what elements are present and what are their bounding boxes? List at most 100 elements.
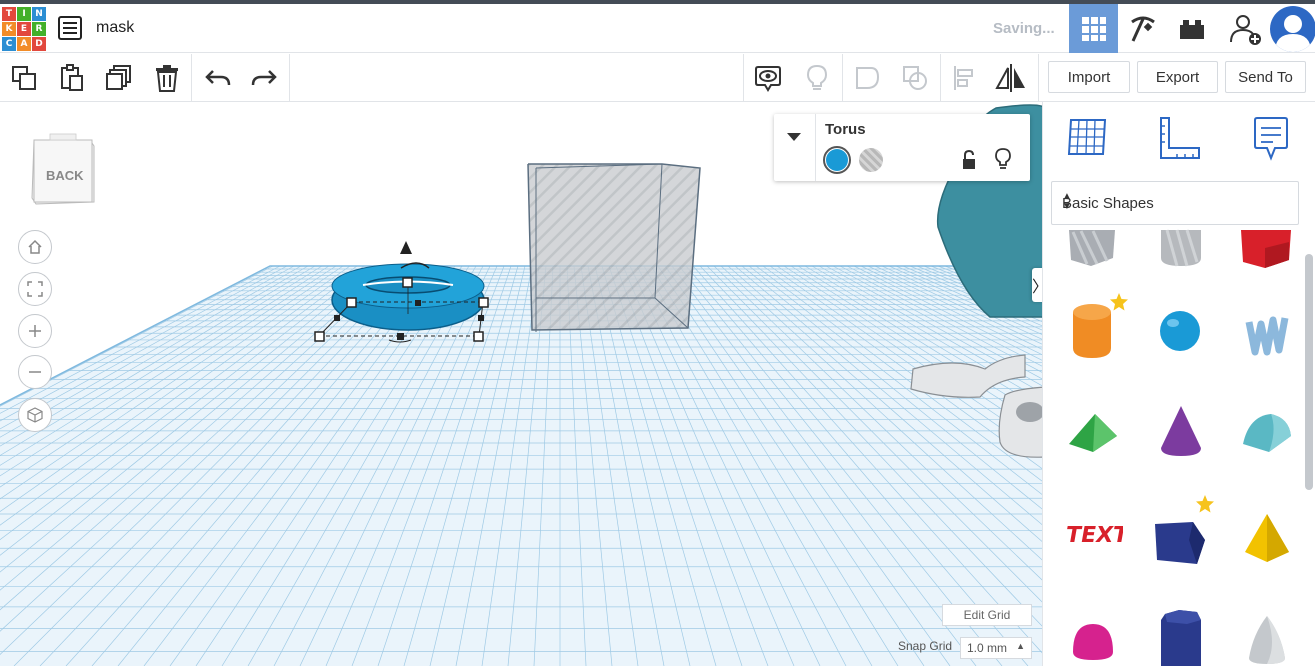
minus-icon [29,371,41,373]
solid-button[interactable] [823,146,851,174]
dropdown-arrow-icon: ▲ [1016,641,1025,651]
codeblocks-button[interactable] [1118,4,1167,53]
import-button[interactable]: Import [1048,61,1130,93]
logo-letter: E [17,22,31,36]
solid-color-swatch [826,149,848,171]
bricks-button[interactable] [1167,4,1216,53]
zoom-in-button[interactable] [18,314,52,348]
edit-grid-button[interactable]: Edit Grid [942,604,1032,626]
shape-box-tilted[interactable] [1153,520,1207,573]
group-icon [856,67,880,89]
workplane-icon [1067,119,1107,155]
snap-grid-select[interactable]: 1.0 mm ▲ [960,637,1032,659]
roof-icon [1069,414,1117,452]
align-icon [954,66,973,90]
shape-half-sphere[interactable] [1071,622,1115,666]
torus-shape[interactable] [305,238,515,358]
shape-category-select[interactable]: Basic Shapes ▲ ▼ [1051,181,1299,225]
logo-letter: N [32,7,46,21]
shape-roof[interactable] [1067,410,1119,459]
half-sphere-icon [1073,624,1113,660]
cube-icon [27,407,43,423]
scribble-icon [1245,316,1289,356]
light-icon[interactable] [994,148,1012,170]
trash-icon [156,65,178,92]
toolbar-divider [743,54,744,101]
home-icon [28,239,42,254]
group-button[interactable] [849,60,885,96]
home-view-button[interactable] [18,230,52,264]
shapes-scrollbar[interactable] [1305,254,1313,490]
box-hole-icon [1069,230,1115,266]
star-icon [1196,495,1214,513]
workplane-viewport[interactable]: BACK Torus Edit Grid Snap Grid 1.0 mm ▲ [0,102,1042,666]
toolbar-divider [940,54,941,101]
shape-box-hole[interactable] [1067,228,1117,273]
send-to-button[interactable]: Send To [1225,61,1306,93]
logo-letter: R [32,22,46,36]
fit-icon [27,281,43,297]
view-cube-label: BACK [46,168,84,183]
zoom-out-button[interactable] [18,355,52,389]
tinkercad-logo[interactable]: T I N K E R C A D [2,7,46,51]
logo-letter: K [2,22,16,36]
hole-button[interactable] [859,148,883,172]
add-user-button[interactable] [1220,4,1269,53]
shape-cylinder[interactable] [1071,300,1113,365]
gray-ring-shape[interactable] [905,347,1042,477]
notes-tool-button[interactable] [1253,116,1289,167]
align-button[interactable] [946,60,982,96]
shape-polygon[interactable] [1159,608,1203,666]
fit-view-button[interactable] [18,272,52,306]
hide-light-button[interactable] [799,60,835,96]
copy-button[interactable] [6,60,42,96]
export-button[interactable]: Export [1137,61,1218,93]
toolbar-divider [289,54,290,101]
shape-text[interactable]: TEXT [1064,518,1131,555]
redo-button[interactable] [246,60,282,96]
collapse-inspector-icon[interactable] [786,132,802,142]
shape-cylinder-hole[interactable] [1159,228,1203,273]
shape-inspector: Torus [774,114,1030,181]
round-roof-icon [1243,414,1291,452]
workplane-tool-button[interactable] [1067,116,1109,163]
logo-letter: I [17,7,31,21]
user-avatar-icon [1275,15,1311,52]
3d-design-view-button[interactable] [1069,4,1118,53]
ruler-tool-button[interactable] [1157,116,1203,165]
project-name[interactable]: mask [96,19,134,37]
shape-scribble[interactable] [1245,312,1289,361]
shape-round-roof[interactable] [1241,410,1293,459]
shape-pyramid[interactable] [1243,512,1291,569]
shape-cone[interactable] [1159,404,1203,463]
pyramid-icon [1245,514,1289,562]
polygon-icon [1161,610,1201,666]
ungroup-button[interactable] [897,60,933,96]
mirror-icon [995,64,1025,92]
duplicate-button[interactable] [101,60,137,96]
copy-icon [12,66,36,90]
lock-icon[interactable] [961,150,977,170]
perspective-button[interactable] [18,398,52,432]
toolbar-divider [191,54,192,101]
toolbar-divider [842,54,843,101]
shape-sphere[interactable] [1159,310,1201,357]
mirror-button[interactable] [993,60,1029,96]
text-shape-glyphs: TEXT [1067,522,1123,548]
undo-button[interactable] [200,60,236,96]
shape-box[interactable] [1239,228,1293,277]
shape-paraboloid[interactable] [1245,614,1289,666]
paste-button[interactable] [53,60,89,96]
text-icon: TEXT [1064,522,1131,548]
show-all-button[interactable] [750,60,786,96]
cone-icon [1161,406,1201,456]
grid-icon [1081,16,1106,41]
design-list-icon[interactable] [58,16,82,40]
hole-box[interactable] [520,158,720,348]
avatar[interactable] [1270,6,1315,52]
tilted-box-icon [1155,522,1205,564]
paste-icon [61,64,83,91]
cylinder-icon [1073,304,1111,358]
toolbar: Import Export Send To [0,54,1315,102]
delete-button[interactable] [149,60,185,96]
